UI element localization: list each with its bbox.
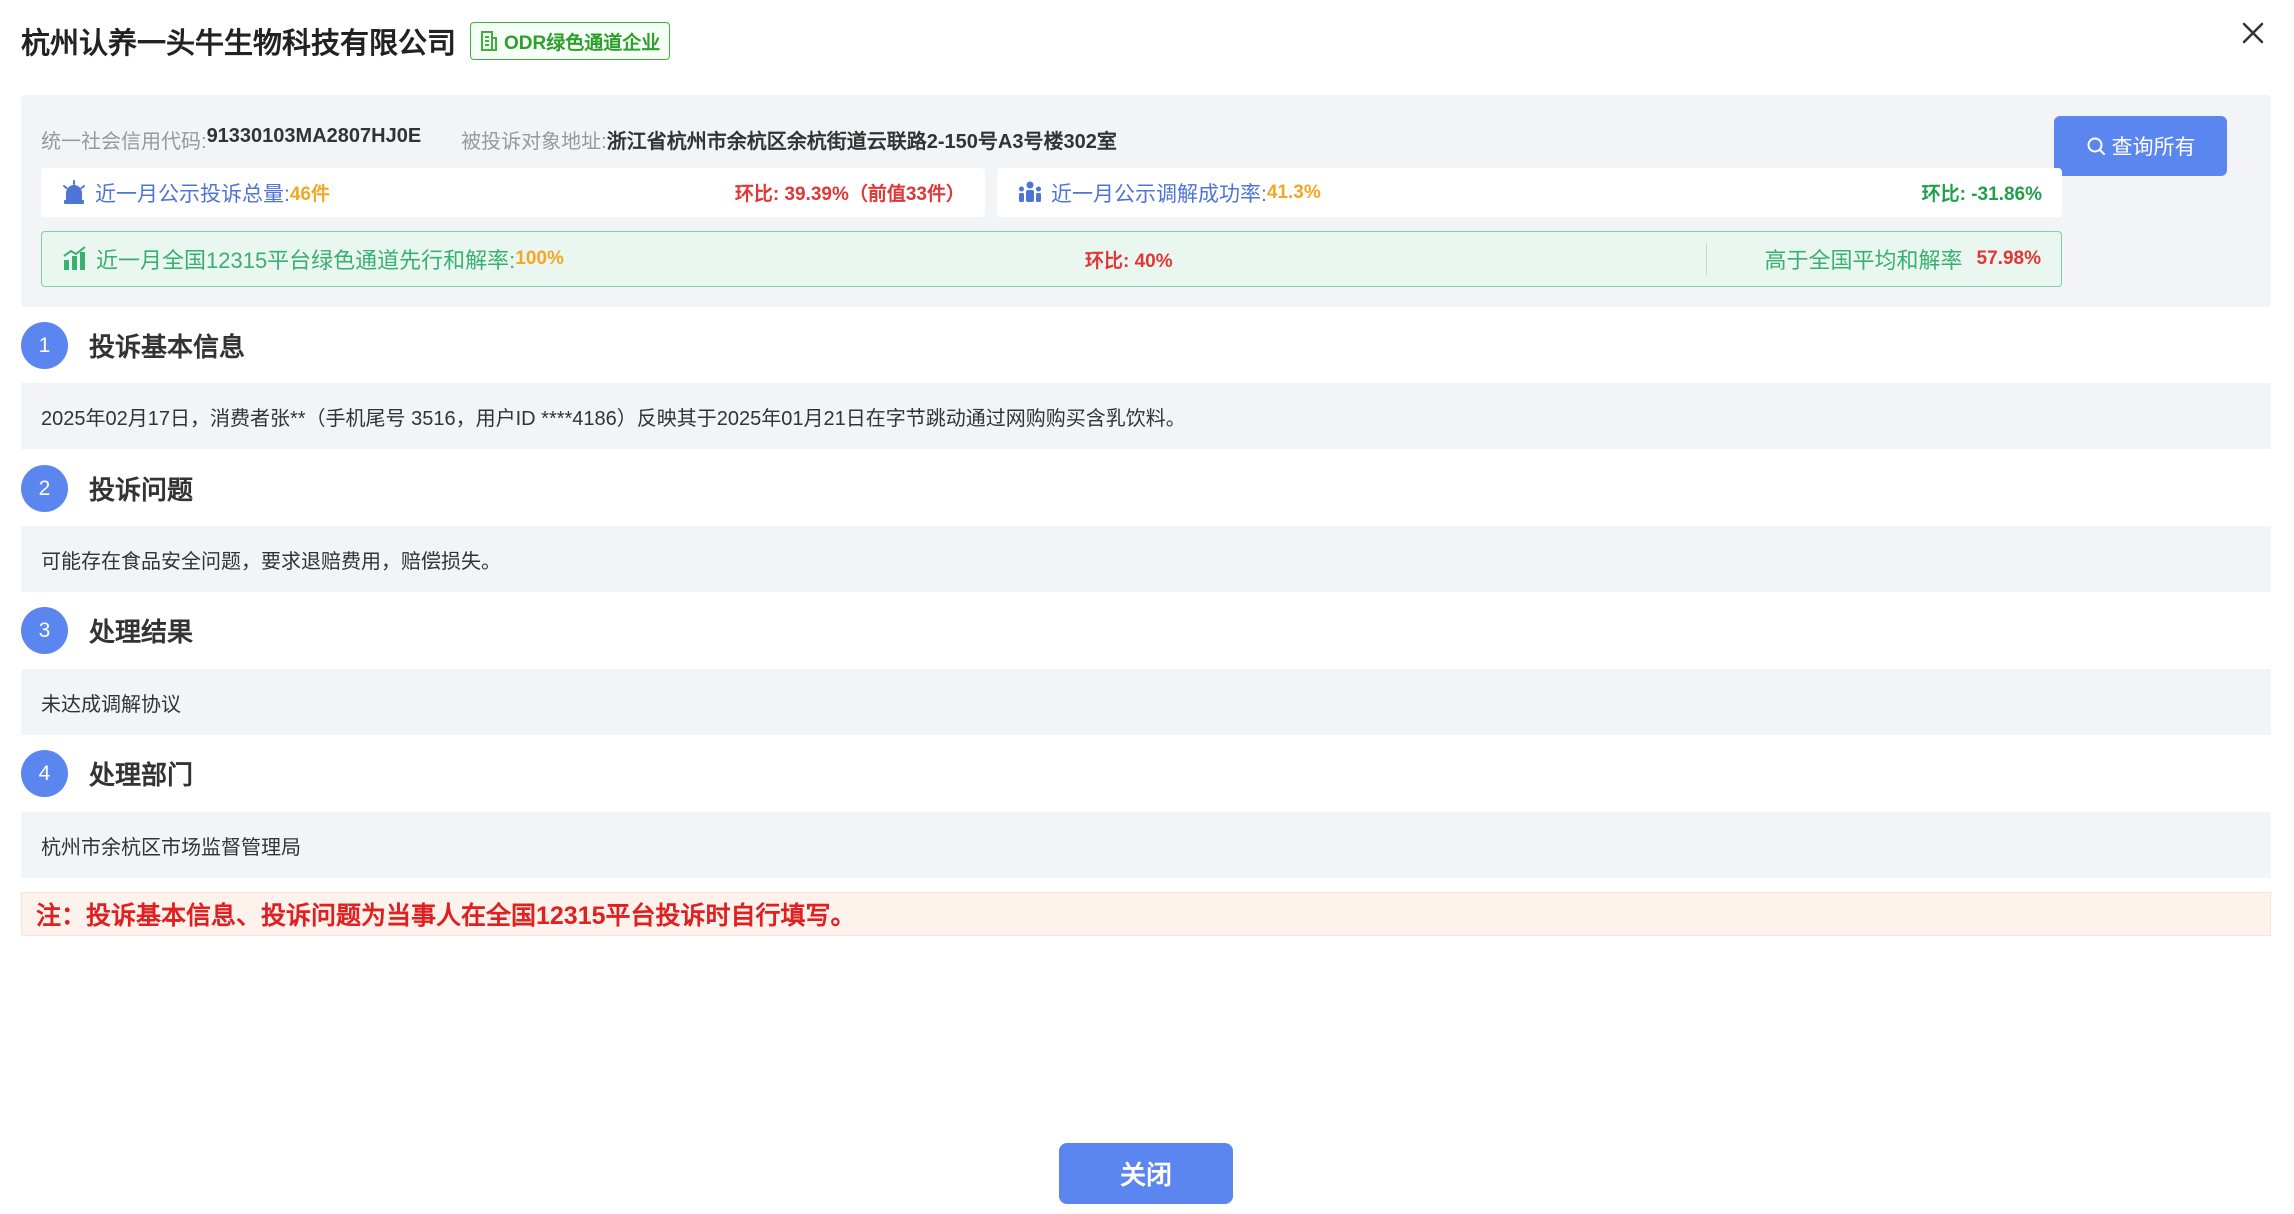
mediation-value: 41.3% (1266, 181, 1321, 203)
step-number: 1 (21, 322, 68, 369)
summary-panel: 统一社会信用代码: 91330103MA2807HJ0E 被投诉对象地址: 浙江… (21, 95, 2271, 307)
above-average: 高于全国平均和解率 57.98% (1765, 243, 2041, 275)
query-all-button[interactable]: 查询所有 (2054, 116, 2227, 176)
disclaimer-note: 注：投诉基本信息、投诉问题为当事人在全国12315平台投诉时自行填写。 (21, 892, 2271, 936)
section-body-result: 未达成调解协议 (21, 669, 2271, 735)
growth-chart-icon (62, 246, 88, 272)
green-card-divider (1706, 243, 1707, 275)
complaints-value: 46件 (289, 184, 330, 205)
section-title: 处理部门 (89, 760, 194, 790)
step-number: 2 (21, 465, 68, 512)
green-channel-ring: 环比: 40% (1085, 250, 1173, 272)
section-body-basic-info: 2025年02月17日，消费者张**（手机尾号 3516，用户ID ****41… (21, 383, 2271, 449)
section-header-department: 4 处理部门 (21, 750, 193, 797)
above-average-value: 57.98% (1976, 248, 2041, 269)
complaints-stat-card: 近一月公示投诉总量: 46件 环比: 39.39%（前值33件） (41, 168, 985, 217)
mediation-stat-card: 近一月公示调解成功率: 41.3% 环比: -31.86% (997, 168, 2062, 217)
company-info-line: 统一社会信用代码: 91330103MA2807HJ0E 被投诉对象地址: 浙江… (41, 125, 1157, 154)
search-icon (2087, 137, 2105, 155)
building-icon (481, 31, 498, 51)
section-body-complaint-issue: 可能存在食品安全问题，要求退赔费用，赔偿损失。 (21, 526, 2271, 592)
address-label: 被投诉对象地址: (461, 131, 607, 153)
section-title: 投诉问题 (89, 475, 194, 505)
people-icon (1017, 180, 1043, 206)
section-title: 投诉基本信息 (89, 332, 246, 362)
green-channel-value: 100% (515, 248, 564, 269)
odr-badge: ODR绿色通道企业 (470, 22, 671, 60)
odr-badge-label: ODR绿色通道企业 (504, 32, 661, 54)
section-header-complaint-issue: 2 投诉问题 (21, 465, 193, 512)
above-average-label: 高于全国平均和解率 (1764, 248, 1963, 273)
section-body-department: 杭州市余杭区市场监督管理局 (21, 812, 2271, 878)
close-button[interactable]: 关闭 (1059, 1143, 1233, 1204)
credit-code-label: 统一社会信用代码: (41, 131, 207, 153)
complaints-ring: 环比: 39.39%（前值33件） (734, 184, 965, 205)
company-name: 杭州认养一头牛生物科技有限公司 (21, 28, 457, 60)
mediation-label: 近一月公示调解成功率: (1051, 182, 1267, 206)
dialog-header: 杭州认养一头牛生物科技有限公司 ODR绿色通道企业 (21, 20, 671, 62)
mediation-ring: 环比: -31.86% (1921, 184, 2042, 205)
alarm-bell-icon (61, 179, 87, 206)
section-header-basic-info: 1 投诉基本信息 (21, 322, 245, 369)
section-title: 处理结果 (89, 617, 194, 647)
query-all-label: 查询所有 (2111, 136, 2196, 159)
credit-code-value: 91330103MA2807HJ0E (206, 125, 422, 147)
green-channel-card: 近一月全国12315平台绿色通道先行和解率: 100% 环比: 40% 高于全国… (41, 231, 2062, 287)
complaints-label: 近一月公示投诉总量: (95, 182, 290, 206)
close-icon[interactable] (2236, 16, 2270, 50)
green-channel-label: 近一月全国12315平台绿色通道先行和解率: (96, 248, 516, 273)
step-number: 4 (21, 750, 68, 797)
section-header-result: 3 处理结果 (21, 607, 193, 654)
step-number: 3 (21, 607, 68, 654)
address-value: 浙江省杭州市余杭区余杭街道云联路2-150号A3号楼302室 (606, 131, 1117, 153)
